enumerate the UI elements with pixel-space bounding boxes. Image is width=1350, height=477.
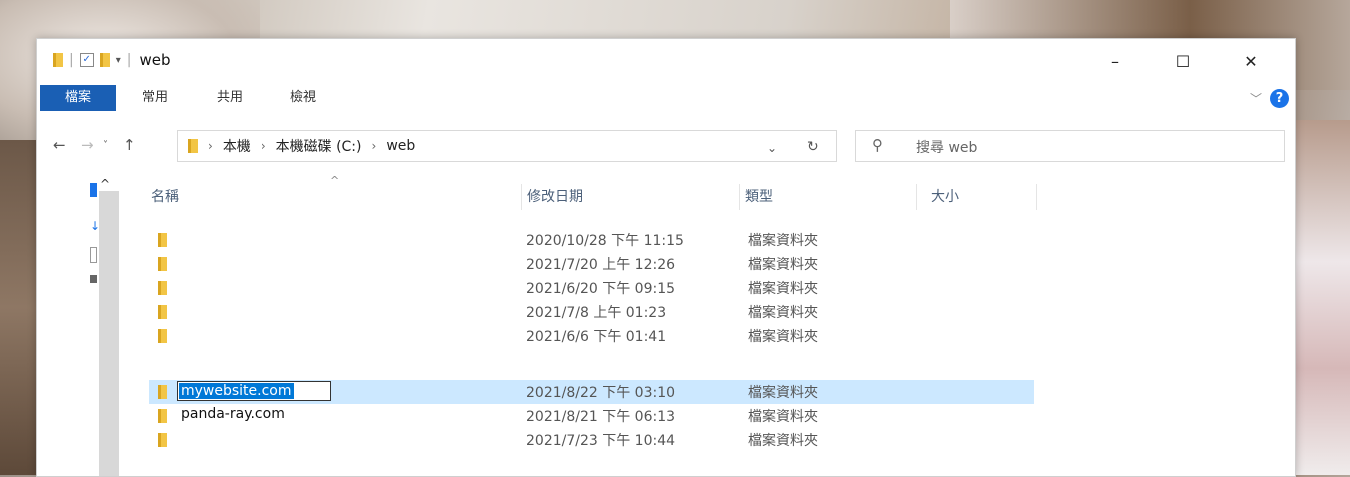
minimize-button[interactable]: –	[1081, 45, 1149, 77]
rename-input[interactable]: mywebsite.com	[177, 381, 331, 401]
breadcrumb-web[interactable]: web	[386, 138, 415, 154]
location-folder-icon	[188, 139, 198, 153]
scroll-up-icon[interactable]: ^	[100, 177, 110, 191]
address-bar[interactable]: › 本機 › 本機磁碟 (C:) › web	[177, 130, 837, 162]
folder-icon	[158, 433, 167, 447]
ribbon-tabs: 檔案 常用 共用 檢視 ﹀ ?	[37, 85, 1295, 113]
tab-view[interactable]: 檢視	[290, 85, 316, 111]
column-size[interactable]: 大小	[931, 182, 959, 212]
tab-share[interactable]: 共用	[217, 85, 243, 111]
file-row[interactable]: 2021/6/6 下午 01:41 檔案資料夾	[149, 324, 1034, 348]
navigation-pane: ^ ↓	[37, 177, 119, 476]
file-row[interactable]: 2021/7/8 上午 01:23 檔案資料夾	[149, 300, 1034, 324]
file-row[interactable]: panda-ray.com 2021/8/21 下午 06:13 檔案資料夾	[149, 404, 1034, 428]
title-bar: | ✓ ▾ | web – ☐ ✕	[37, 39, 1295, 83]
pictures-icon[interactable]	[90, 275, 97, 283]
refresh-icon[interactable]: ↻	[807, 139, 819, 155]
folder-icon	[158, 281, 167, 295]
folder-icon	[158, 329, 167, 343]
file-row[interactable]: 2020/10/28 下午 11:15 檔案資料夾	[149, 228, 1034, 252]
folder-icon	[158, 305, 167, 319]
quick-access-toolbar: | ✓ ▾ | web	[53, 51, 171, 69]
breadcrumb: › 本機 › 本機磁碟 (C:) › web	[188, 131, 415, 161]
file-row[interactable]: 2021/6/20 下午 09:15 檔案資料夾	[149, 276, 1034, 300]
column-name[interactable]: 名稱	[151, 182, 179, 212]
file-row-selected[interactable]: mywebsite.com 2021/8/22 下午 03:10 檔案資料夾	[149, 380, 1034, 404]
window-title: web	[139, 51, 171, 69]
breadcrumb-local-disk[interactable]: 本機磁碟 (C:)	[276, 136, 362, 156]
tab-file[interactable]: 檔案	[40, 85, 116, 111]
file-row[interactable]: 2021/7/20 上午 12:26 檔案資料夾	[149, 252, 1034, 276]
file-explorer-window: | ✓ ▾ | web – ☐ ✕ 檔案 常用 共用 檢視 ﹀ ? ← → ˅ …	[36, 38, 1296, 477]
quick-access-icon[interactable]	[90, 183, 97, 197]
breadcrumb-this-pc[interactable]: 本機	[223, 136, 251, 156]
help-icon[interactable]: ?	[1270, 89, 1289, 108]
downloads-icon[interactable]: ↓	[90, 219, 100, 233]
folder-icon	[158, 385, 167, 399]
rename-selected-text: mywebsite.com	[179, 383, 294, 399]
navigation-scrollbar[interactable]	[99, 191, 119, 476]
documents-icon[interactable]	[90, 247, 97, 263]
folder-icon	[53, 53, 63, 67]
tab-home[interactable]: 常用	[142, 85, 168, 111]
column-modified[interactable]: 修改日期	[527, 182, 583, 212]
sort-ascending-icon: ^	[330, 174, 340, 187]
folder-icon	[158, 257, 167, 271]
column-type[interactable]: 類型	[745, 182, 773, 212]
search-box[interactable]: ⚲ 搜尋 web	[855, 130, 1285, 162]
maximize-button[interactable]: ☐	[1149, 45, 1217, 77]
recent-locations-icon[interactable]: ˅	[103, 140, 108, 151]
forward-icon[interactable]: →	[81, 136, 94, 154]
expand-ribbon-icon[interactable]: ﹀	[1250, 90, 1262, 107]
up-icon[interactable]: ↑	[123, 136, 136, 154]
properties-icon[interactable]: ✓	[79, 53, 94, 67]
folder-icon	[158, 409, 167, 423]
back-icon[interactable]: ←	[53, 136, 66, 154]
file-row[interactable]: 2021/7/23 下午 10:44 檔案資料夾	[149, 428, 1034, 452]
search-input[interactable]: 搜尋 web	[916, 137, 977, 157]
search-icon: ⚲	[872, 136, 883, 154]
customize-toolbar-icon[interactable]: ▾	[116, 55, 121, 66]
folder-icon	[158, 233, 167, 247]
new-folder-icon[interactable]	[99, 53, 110, 67]
close-button[interactable]: ✕	[1217, 45, 1285, 77]
column-header: ^ 名稱 修改日期 類型 大小	[119, 174, 1059, 212]
address-dropdown-icon[interactable]: ⌄	[767, 141, 777, 155]
